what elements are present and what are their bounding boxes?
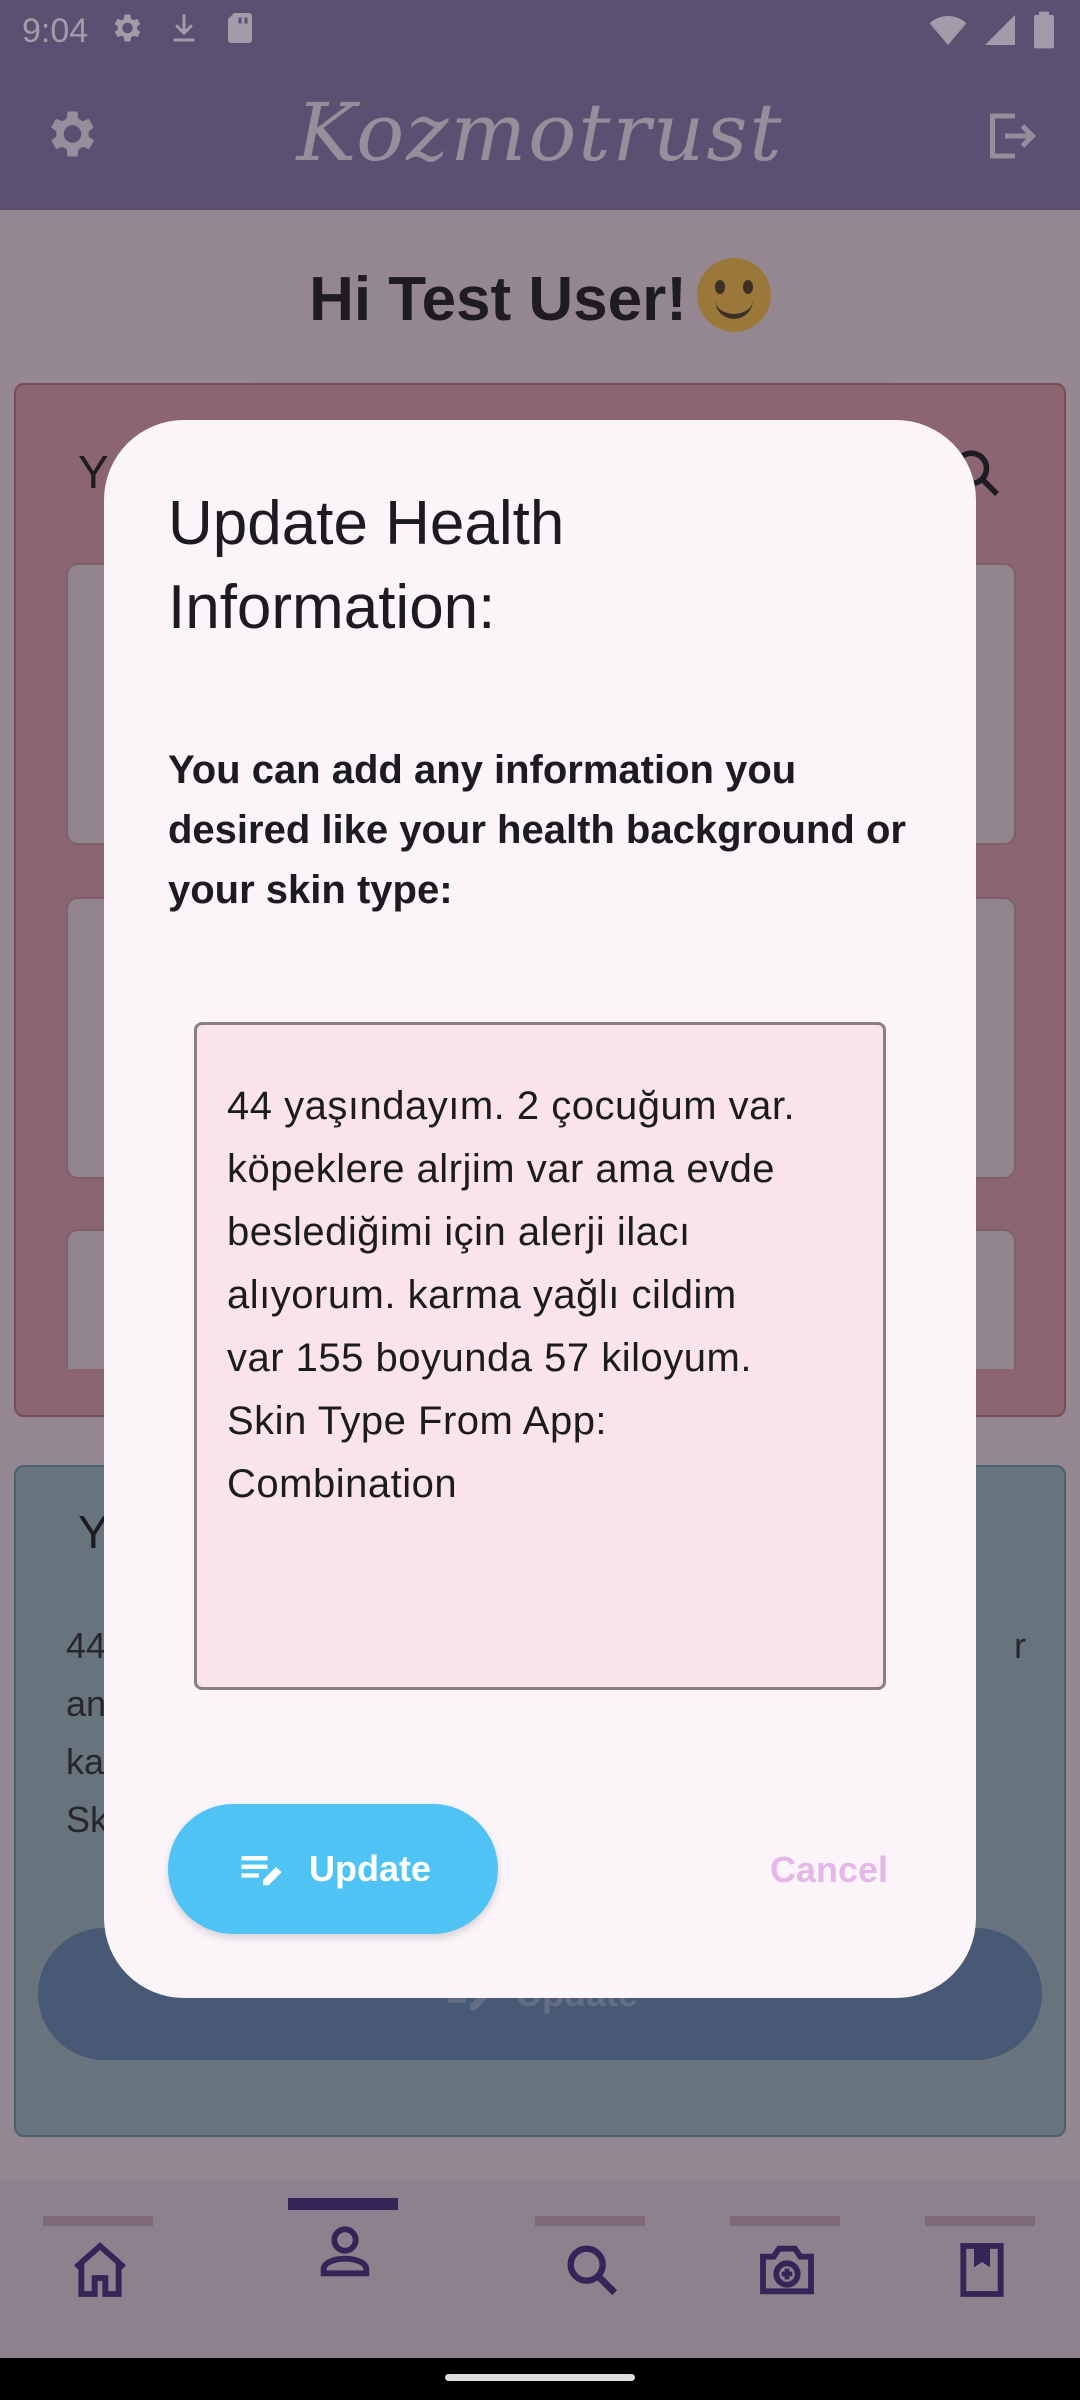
dialog-description: You can add any information you desired …	[168, 748, 906, 912]
update-health-dialog: Update Health Information: You can add a…	[104, 420, 976, 1998]
dialog-title: Update Health Information:	[168, 489, 565, 642]
gesture-navigation-bar	[0, 2358, 1080, 2400]
update-button-label: Update	[308, 1848, 431, 1889]
edit-note-icon	[241, 1856, 282, 1886]
update-button[interactable]: Update	[168, 1804, 498, 1934]
health-info-textarea[interactable]: 44 yaşındayım. 2 çocuğum var. köpeklere …	[194, 1022, 886, 1690]
cancel-button[interactable]: Cancel	[744, 1830, 914, 1910]
